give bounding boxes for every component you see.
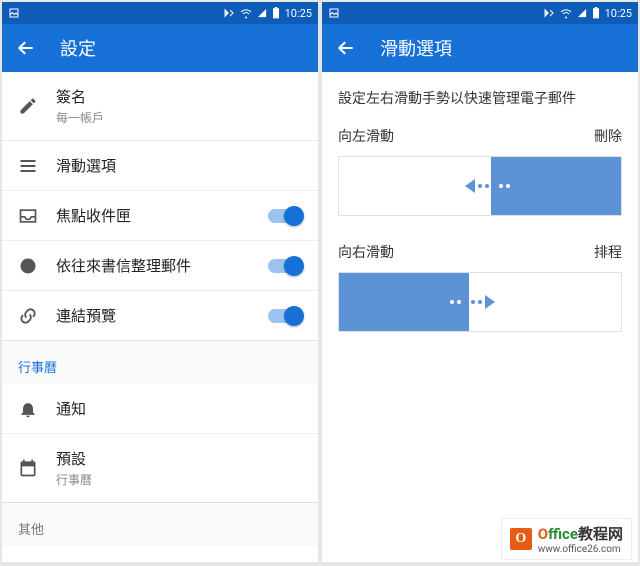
swipe-right-card[interactable]: [338, 272, 622, 332]
swipe-options-screen: 10:25 滑動選項 設定左右滑動手勢以快速管理電子郵件 向左滑動 刪除: [322, 2, 638, 562]
link-preview-label: 連結預覽: [56, 305, 268, 326]
info-icon: [18, 256, 56, 276]
default-calendar-row[interactable]: 預設 行事曆: [2, 434, 318, 502]
app-bar: 滑動選項: [322, 24, 638, 72]
signal-icon: [257, 8, 267, 18]
vibrate-icon: [223, 7, 235, 19]
notifications-row[interactable]: 通知: [2, 384, 318, 433]
swipe-description: 設定左右滑動手勢以快速管理電子郵件: [322, 72, 638, 126]
swipe-right-header: 向右滑動 排程: [322, 242, 638, 272]
swipe-options-label: 滑動選項: [56, 155, 302, 176]
back-icon[interactable]: [16, 38, 36, 58]
sort-by-sender-label: 依往來書信整理郵件: [56, 255, 268, 276]
signature-row[interactable]: 簽名 每一帳戶: [2, 72, 318, 140]
swipe-left-header: 向左滑動 刪除: [322, 126, 638, 156]
swipe-options-row[interactable]: 滑動選項: [2, 141, 318, 190]
signature-label: 簽名: [56, 86, 302, 107]
pencil-icon: [18, 96, 56, 116]
back-icon[interactable]: [336, 38, 356, 58]
focused-inbox-row[interactable]: 焦點收件匣: [2, 191, 318, 240]
swipe-right-dir: 向右滑動: [338, 242, 394, 262]
swipe-left-action: 刪除: [594, 126, 622, 146]
calendar-icon: [18, 458, 56, 478]
swipe-left-fill: [491, 157, 621, 215]
notifications-label: 通知: [56, 398, 302, 419]
focused-inbox-toggle[interactable]: [268, 209, 302, 223]
status-bar: 10:25: [2, 2, 318, 24]
wifi-icon: [240, 7, 252, 19]
vibrate-icon: [543, 7, 555, 19]
focused-inbox-label: 焦點收件匣: [56, 205, 268, 226]
swipe-right-action: 排程: [594, 242, 622, 262]
app-bar: 設定: [2, 24, 318, 72]
list-icon: [18, 156, 56, 176]
sort-by-sender-toggle[interactable]: [268, 259, 302, 273]
battery-icon: [592, 7, 600, 19]
status-time: 10:25: [285, 7, 312, 20]
sort-by-sender-row[interactable]: 依往來書信整理郵件: [2, 241, 318, 290]
inbox-icon: [18, 206, 56, 226]
watermark-logo-icon: O: [510, 528, 532, 550]
link-icon: [18, 306, 56, 326]
swipe-content: 設定左右滑動手勢以快速管理電子郵件 向左滑動 刪除: [322, 72, 638, 562]
default-sub: 行事曆: [56, 471, 302, 488]
arrow-left-icon: [457, 179, 497, 193]
section-calendar: 行事曆: [2, 340, 318, 384]
watermark-brand-o: O: [538, 525, 548, 543]
settings-screen: 10:25 設定 簽名 每一帳戶 滑動: [2, 2, 318, 562]
settings-list: 簽名 每一帳戶 滑動選項 焦點收件匣: [2, 72, 318, 562]
watermark: O Office教程网 www.office26.com: [501, 518, 632, 560]
swipe-left-card[interactable]: [338, 156, 622, 216]
section-other: 其他: [2, 502, 318, 546]
signature-sub: 每一帳戶: [56, 109, 302, 126]
default-label: 預設: [56, 448, 302, 469]
wifi-icon: [560, 7, 572, 19]
arrow-right-icon: [463, 295, 503, 309]
link-preview-toggle[interactable]: [268, 309, 302, 323]
status-bar: 10:25: [322, 2, 638, 24]
page-title: 滑動選項: [380, 35, 452, 61]
link-preview-row[interactable]: 連結預覽: [2, 291, 318, 340]
status-time: 10:25: [605, 7, 632, 20]
page-title: 設定: [60, 35, 96, 61]
screenshot-icon: [8, 7, 20, 19]
watermark-brand-cn: 教程网: [578, 525, 623, 543]
bell-icon: [18, 399, 56, 419]
battery-icon: [272, 7, 280, 19]
swipe-left-dir: 向左滑動: [338, 126, 394, 146]
signal-icon: [577, 8, 587, 18]
watermark-brand-ffice: ffice: [548, 525, 578, 543]
watermark-url: www.office26.com: [538, 544, 623, 555]
screenshot-icon: [328, 7, 340, 19]
swipe-right-fill: [339, 273, 469, 331]
